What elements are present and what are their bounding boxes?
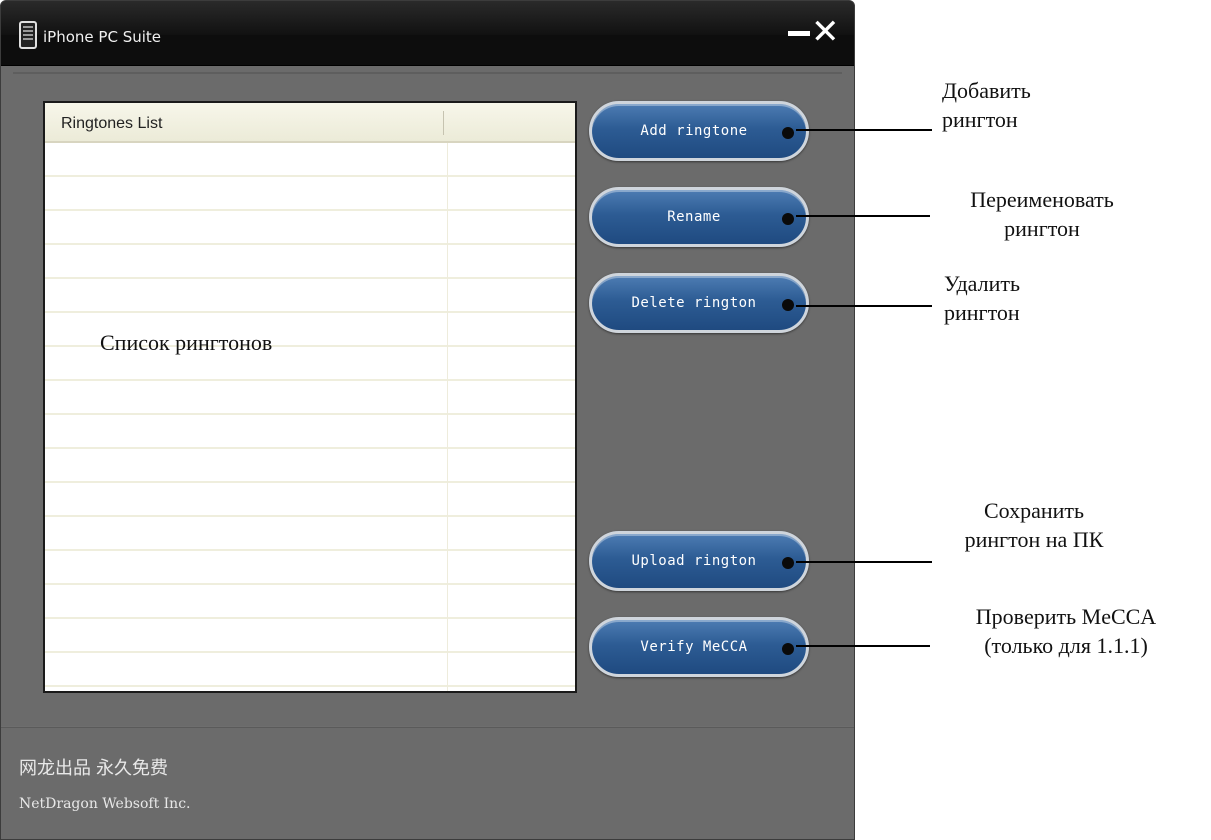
list-body[interactable]	[45, 143, 575, 691]
leader-line-rename	[796, 215, 930, 217]
leader-line-upload	[796, 561, 932, 563]
annotation-add-line1: Добавить	[942, 78, 1031, 103]
rename-button[interactable]: Rename	[589, 187, 809, 247]
leader-line-verify	[796, 645, 930, 647]
title-bar[interactable]: iPhone PC Suite ✕	[1, 1, 854, 66]
annotation-upload-line1: Сохранить	[983, 498, 1085, 523]
footer-company: NetDragon Websoft Inc.	[19, 796, 191, 812]
leader-line-delete	[796, 305, 932, 307]
callout-dot	[782, 213, 794, 225]
annotation-verify-line1: Проверить MeCCA	[975, 604, 1157, 629]
callout-dot	[782, 127, 794, 139]
callout-dot	[782, 299, 794, 311]
column-gridline	[447, 143, 448, 691]
column-separator[interactable]	[443, 111, 444, 135]
column-header-ringtones[interactable]: Ringtones List	[61, 115, 162, 133]
close-icon[interactable]: ✕	[811, 15, 840, 49]
annotation-verify-line2: (только для 1.1.1)	[984, 633, 1148, 658]
annotation-rename-line2: рингтон	[1004, 216, 1080, 241]
phone-icon	[19, 21, 37, 49]
callout-dot	[782, 643, 794, 655]
annotation-add: Добавить рингтон	[942, 76, 1031, 134]
list-header: Ringtones List	[45, 103, 575, 143]
annotation-verify: Проверить MeCCA (только для 1.1.1)	[930, 602, 1202, 660]
upload-ringtone-label: Upload rington	[631, 553, 757, 569]
verify-mecca-button[interactable]: Verify MeCCA	[589, 617, 809, 677]
add-ringtone-label: Add ringtone	[640, 123, 748, 139]
minimize-icon[interactable]	[788, 31, 810, 36]
annotation-delete: Удалить рингтон	[944, 269, 1020, 327]
list-annotation: Список рингтонов	[100, 330, 273, 355]
delete-ringtone-button[interactable]: Delete rington	[589, 273, 809, 333]
add-ringtone-button[interactable]: Add ringtone	[589, 101, 809, 161]
annotation-delete-line2: рингтон	[944, 300, 1020, 325]
annotation-upload-line2: рингтон на ПК	[964, 527, 1104, 552]
ringtones-list[interactable]: Ringtones List	[43, 101, 577, 693]
window-title: iPhone PC Suite	[43, 28, 161, 46]
leader-line-add	[796, 129, 932, 131]
annotation-rename: Переименовать рингтон	[934, 185, 1150, 243]
divider	[13, 72, 842, 74]
callout-dot	[782, 557, 794, 569]
delete-ringtone-label: Delete rington	[631, 295, 757, 311]
footer-slogan: 网龙出品 永久免费	[19, 758, 169, 778]
footer: 网龙出品 永久免费 NetDragon Websoft Inc.	[1, 727, 854, 839]
app-window: iPhone PC Suite ✕ Ringtones List Add rin…	[0, 0, 855, 840]
annotation-add-line2: рингтон	[942, 107, 1018, 132]
annotation-upload: Сохранить рингтон на ПК	[944, 496, 1124, 554]
upload-ringtone-button[interactable]: Upload rington	[589, 531, 809, 591]
rename-label: Rename	[667, 209, 721, 225]
annotation-delete-line1: Удалить	[944, 271, 1021, 296]
verify-mecca-label: Verify MeCCA	[640, 639, 748, 655]
annotation-rename-line1: Переименовать	[970, 187, 1114, 212]
